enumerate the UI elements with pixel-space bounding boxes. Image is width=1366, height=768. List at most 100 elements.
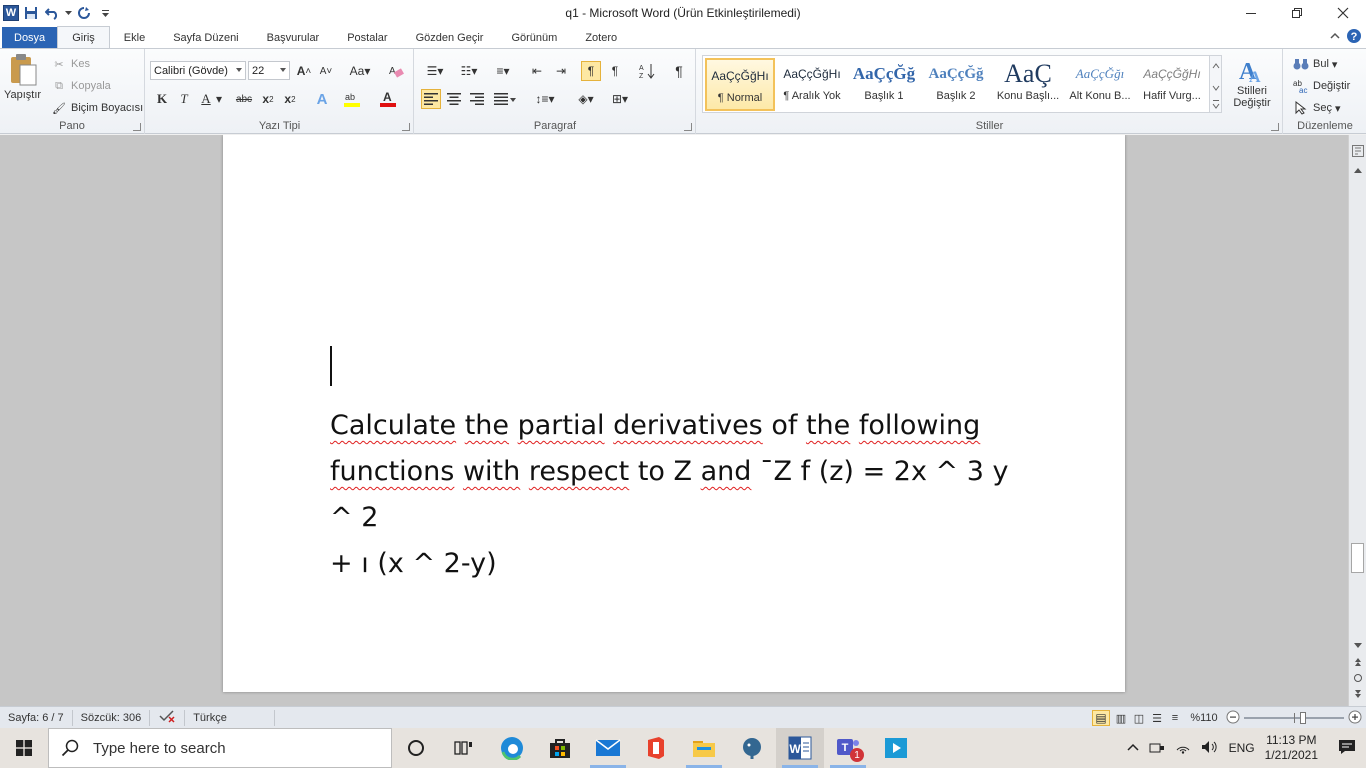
shading-icon[interactable]: ◈▾ xyxy=(571,89,601,109)
tab-review[interactable]: Gözden Geçir xyxy=(402,27,498,48)
style-subtle-emphasis[interactable]: AaÇçĞğHı Hafif Vurg... xyxy=(1137,58,1207,111)
tab-zotero[interactable]: Zotero xyxy=(571,27,631,48)
find-button[interactable]: Bul ▾ xyxy=(1292,55,1337,73)
tab-references[interactable]: Başvurular xyxy=(253,27,334,48)
clipboard-launcher-icon[interactable] xyxy=(133,123,141,131)
notifications-icon[interactable] xyxy=(1338,739,1356,758)
align-right-icon[interactable] xyxy=(467,89,487,109)
word-taskbar-icon[interactable]: W xyxy=(776,728,824,768)
scroll-up-icon[interactable] xyxy=(1353,165,1363,177)
network-device-icon[interactable] xyxy=(1149,740,1165,757)
next-page-icon[interactable] xyxy=(1353,689,1363,702)
multilevel-list-icon[interactable]: ≡▾ xyxy=(489,61,517,81)
style-no-spacing[interactable]: AaÇçĞğHı ¶ Aralık Yok xyxy=(777,58,847,111)
tab-page-layout[interactable]: Sayfa Düzeni xyxy=(159,27,252,48)
rtl-icon[interactable]: ¶ xyxy=(605,61,625,81)
underline-icon[interactable]: A xyxy=(196,89,216,109)
mail-icon[interactable] xyxy=(584,728,632,768)
grow-font-icon[interactable]: A ˄ xyxy=(294,61,314,81)
paragraph-launcher-icon[interactable] xyxy=(684,123,692,131)
tab-view[interactable]: Görünüm xyxy=(497,27,571,48)
store-icon[interactable] xyxy=(536,728,584,768)
volume-icon[interactable] xyxy=(1201,740,1219,757)
superscript-icon[interactable]: x2 xyxy=(280,89,300,109)
change-styles-button[interactable]: AA Stilleri Değiştir xyxy=(1226,55,1278,109)
restore-button[interactable] xyxy=(1274,0,1320,26)
full-screen-reading-icon[interactable]: ▥ xyxy=(1114,712,1128,725)
borders-icon[interactable]: ⊞▾ xyxy=(605,89,635,109)
numbering-icon[interactable]: ☷▾ xyxy=(455,61,483,81)
sort-icon[interactable]: AZ xyxy=(637,61,657,81)
document-body[interactable]: Calculate the partial derivatives of the… xyxy=(330,403,1030,587)
decrease-indent-icon[interactable]: ⇤ xyxy=(527,61,547,81)
task-view-icon[interactable] xyxy=(440,728,488,768)
zoom-in-icon[interactable] xyxy=(1348,710,1362,727)
styles-launcher-icon[interactable] xyxy=(1271,123,1279,131)
zoom-slider-thumb[interactable] xyxy=(1300,712,1306,724)
word-logo-icon[interactable]: W xyxy=(3,5,19,21)
highlight-icon[interactable]: ab xyxy=(342,89,362,109)
font-color-icon[interactable]: A xyxy=(378,89,398,109)
justify-icon[interactable] xyxy=(491,89,519,109)
copy-button[interactable]: ⧉ Kopyala xyxy=(50,77,111,95)
style-subtitle[interactable]: AaÇçĞğı Alt Konu B... xyxy=(1065,58,1135,111)
help-icon[interactable]: ? xyxy=(1346,28,1362,47)
save-icon[interactable] xyxy=(22,4,40,22)
text-effects-icon[interactable]: A xyxy=(312,89,332,109)
zoom-slider[interactable] xyxy=(1244,711,1344,725)
taskbar-search[interactable]: Type here to search xyxy=(48,728,392,768)
show-formatting-icon[interactable]: ¶ xyxy=(669,61,689,81)
strikethrough-icon[interactable]: abc xyxy=(232,89,256,109)
teams-icon[interactable]: T 1 xyxy=(824,728,872,768)
draft-icon[interactable]: ≡ xyxy=(1168,712,1182,724)
start-button[interactable] xyxy=(0,728,48,768)
clear-formatting-icon[interactable]: A xyxy=(386,61,406,81)
line-spacing-icon[interactable]: ↕≡▾ xyxy=(531,89,559,109)
font-launcher-icon[interactable] xyxy=(402,123,410,131)
styles-gallery-scroll[interactable] xyxy=(1209,56,1221,112)
align-center-icon[interactable] xyxy=(444,89,464,109)
undo-icon[interactable] xyxy=(43,4,61,22)
cut-button[interactable]: ✂ Kes xyxy=(50,55,90,73)
align-left-icon[interactable] xyxy=(421,89,441,109)
customize-qat-icon[interactable] xyxy=(96,4,114,22)
media-player-icon[interactable] xyxy=(872,728,920,768)
previous-page-icon[interactable] xyxy=(1353,657,1363,670)
scrollbar-thumb[interactable] xyxy=(1351,543,1364,573)
tab-insert[interactable]: Ekle xyxy=(110,27,159,48)
italic-icon[interactable]: T xyxy=(174,89,194,109)
bold-icon[interactable]: K xyxy=(152,89,172,109)
tab-mailings[interactable]: Postalar xyxy=(333,27,401,48)
bullets-icon[interactable]: ☰▾ xyxy=(421,61,449,81)
document-page[interactable]: Calculate the partial derivatives of the… xyxy=(223,135,1125,692)
page-indicator[interactable]: Sayfa: 6 / 7 xyxy=(0,709,73,726)
shrink-font-icon[interactable]: A ˅ xyxy=(316,61,336,81)
close-button[interactable] xyxy=(1320,0,1366,26)
web-layout-icon[interactable]: ◫ xyxy=(1132,712,1146,725)
clock[interactable]: 11:13 PM 1/21/2021 xyxy=(1265,733,1318,763)
font-size-select[interactable]: 22 xyxy=(248,61,290,80)
font-family-select[interactable]: Calibri (Gövde) xyxy=(150,61,246,80)
tab-home[interactable]: Giriş xyxy=(57,26,110,48)
edge-icon[interactable] xyxy=(488,728,536,768)
file-explorer-icon[interactable] xyxy=(680,728,728,768)
word-count[interactable]: Sözcük: 306 xyxy=(73,709,151,726)
underline-dropdown-icon[interactable]: ▾ xyxy=(214,89,224,109)
paste-button[interactable]: Yapıştır xyxy=(4,53,41,101)
style-heading-2[interactable]: AaÇçĞğ Başlık 2 xyxy=(921,58,991,111)
zoom-level[interactable]: %110 xyxy=(1186,712,1222,724)
replace-button[interactable]: ab ac Değiştir xyxy=(1292,77,1350,95)
office-icon[interactable] xyxy=(632,728,680,768)
scroll-down-icon[interactable] xyxy=(1353,641,1363,653)
proofing-button[interactable] xyxy=(150,709,186,726)
select-button[interactable]: Seç ▾ xyxy=(1292,99,1341,117)
vertical-scrollbar[interactable] xyxy=(1348,135,1366,706)
wifi-icon[interactable] xyxy=(1175,740,1191,757)
format-painter-button[interactable]: 🖌 Biçim Boyacısı xyxy=(50,99,143,117)
postgres-icon[interactable] xyxy=(728,728,776,768)
browse-object-icon[interactable] xyxy=(1353,673,1363,686)
zoom-out-icon[interactable] xyxy=(1226,710,1240,727)
outline-icon[interactable]: ☰ xyxy=(1150,712,1164,725)
redo-icon[interactable] xyxy=(75,4,93,22)
input-language[interactable]: ENG xyxy=(1229,741,1255,755)
